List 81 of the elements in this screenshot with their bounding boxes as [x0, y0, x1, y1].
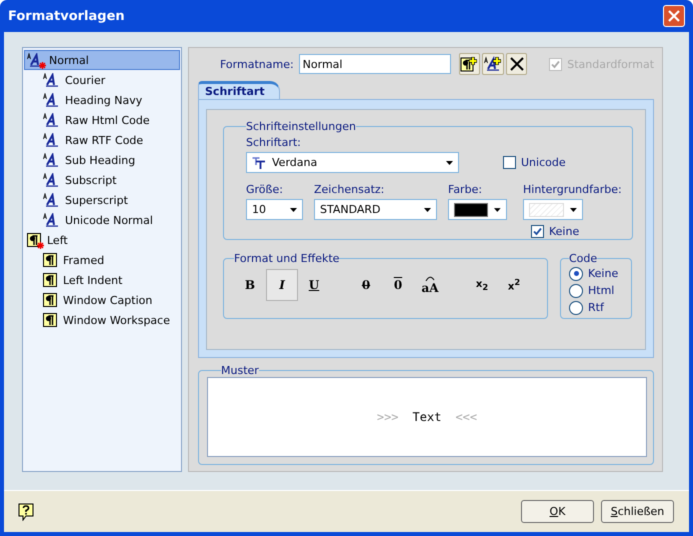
- font-label: Schriftart:: [246, 136, 302, 149]
- dropdown-arrow-icon: [570, 208, 577, 212]
- italic-button[interactable]: I: [266, 269, 298, 301]
- format-name-field[interactable]: Normal: [298, 54, 451, 74]
- delete-button[interactable]: [506, 53, 528, 75]
- tree-item[interactable]: Subscript: [24, 170, 180, 190]
- unicode-checkbox[interactable]: Unicode: [503, 156, 566, 169]
- group-title: Muster: [221, 364, 259, 377]
- letter-a-icon: [43, 153, 59, 167]
- code-radio[interactable]: Rtf: [569, 299, 625, 316]
- close-button[interactable]: [663, 5, 685, 27]
- letter-a-icon: [43, 213, 59, 227]
- tree-item[interactable]: Heading Navy: [24, 90, 180, 110]
- format-name-label: Formatname:: [220, 58, 294, 70]
- size-label: Größe:: [246, 183, 284, 196]
- tree-item[interactable]: Raw RTF Code: [24, 130, 180, 150]
- paragraph-icon: [43, 253, 57, 267]
- none-checkbox[interactable]: Keine: [531, 225, 622, 238]
- color-label: Farbe:: [448, 183, 484, 196]
- delete-icon: [510, 57, 524, 71]
- group-title: Schrifteinstellungen: [246, 120, 356, 133]
- letter-a-icon: [43, 73, 59, 87]
- tree-item[interactable]: Superscript: [24, 190, 180, 210]
- truetype-icon: [252, 156, 266, 168]
- marker-text: >>>: [376, 410, 399, 424]
- background-color-label: Hintergrundfarbe:: [523, 183, 622, 196]
- bold-button[interactable]: B: [234, 269, 266, 301]
- close-icon: [668, 10, 680, 22]
- tree-item[interactable]: Window Caption: [24, 290, 180, 310]
- tree-item[interactable]: Normal: [24, 50, 180, 70]
- charset-label: Zeichensatz:: [314, 183, 386, 196]
- charset-dropdown[interactable]: STANDARD: [314, 199, 437, 220]
- tree-item[interactable]: Raw Html Code: [24, 110, 180, 130]
- size-dropdown[interactable]: 10: [246, 199, 303, 220]
- overline-button[interactable]: 0: [382, 269, 414, 301]
- paragraph-icon: [43, 273, 57, 287]
- tree-item[interactable]: Left: [24, 230, 180, 250]
- new-character-style-button[interactable]: [482, 53, 504, 75]
- strike-button[interactable]: 0: [350, 269, 382, 301]
- script-button[interactable]: x$_{2}$: [466, 269, 498, 301]
- dropdown-arrow-icon: [494, 208, 501, 212]
- add-letter-icon: [484, 56, 502, 72]
- background-color-dropdown[interactable]: [523, 199, 583, 220]
- paragraph-icon: [43, 313, 57, 327]
- tree-item[interactable]: Left Indent: [24, 270, 180, 290]
- dialog-button[interactable]: Schließen: [601, 500, 674, 523]
- tree-item[interactable]: Window Workspace: [24, 310, 180, 330]
- group-title: Code: [569, 252, 598, 265]
- dropdown-arrow-icon: [446, 160, 453, 164]
- help-icon[interactable]: [18, 502, 34, 520]
- dropdown-arrow-icon: [424, 208, 431, 212]
- letter-a-icon: [27, 53, 43, 67]
- tree-item[interactable]: Courier: [24, 70, 180, 90]
- add-paragraph-icon: [460, 56, 478, 72]
- sample-text: Text: [412, 410, 442, 424]
- marker-text: <<<: [455, 410, 478, 424]
- tree-item[interactable]: Unicode Normal: [24, 210, 180, 230]
- dropdown-arrow-icon: [290, 208, 297, 212]
- paragraph-icon: [27, 233, 41, 247]
- check-mark-icon: [533, 227, 542, 236]
- tree-item[interactable]: Sub Heading: [24, 150, 180, 170]
- new-paragraph-style-button[interactable]: [458, 53, 480, 75]
- letter-a-icon: [43, 173, 59, 187]
- window-title: Formatvorlagen: [8, 8, 125, 24]
- case-button[interactable]: aA: [414, 269, 446, 301]
- color-dropdown[interactable]: [448, 199, 507, 220]
- tree-item[interactable]: Framed: [24, 250, 180, 270]
- group-title: Format und Effekte: [234, 252, 340, 265]
- code-radio[interactable]: Keine: [569, 265, 625, 282]
- check-mark-icon: [551, 60, 560, 68]
- dialog-button[interactable]: OK: [521, 500, 594, 523]
- letter-a-icon: [43, 113, 59, 127]
- letter-a-icon: [43, 93, 59, 107]
- script-button[interactable]: x$^{2}$: [498, 269, 530, 301]
- font-dropdown[interactable]: Verdana: [246, 152, 459, 173]
- tab[interactable]: Schriftart: [198, 81, 280, 99]
- code-radio[interactable]: Html: [569, 282, 625, 299]
- letter-a-icon: [43, 133, 59, 147]
- letter-a-icon: [43, 193, 59, 207]
- paragraph-icon: [43, 293, 57, 307]
- underline-button[interactable]: U: [298, 269, 330, 301]
